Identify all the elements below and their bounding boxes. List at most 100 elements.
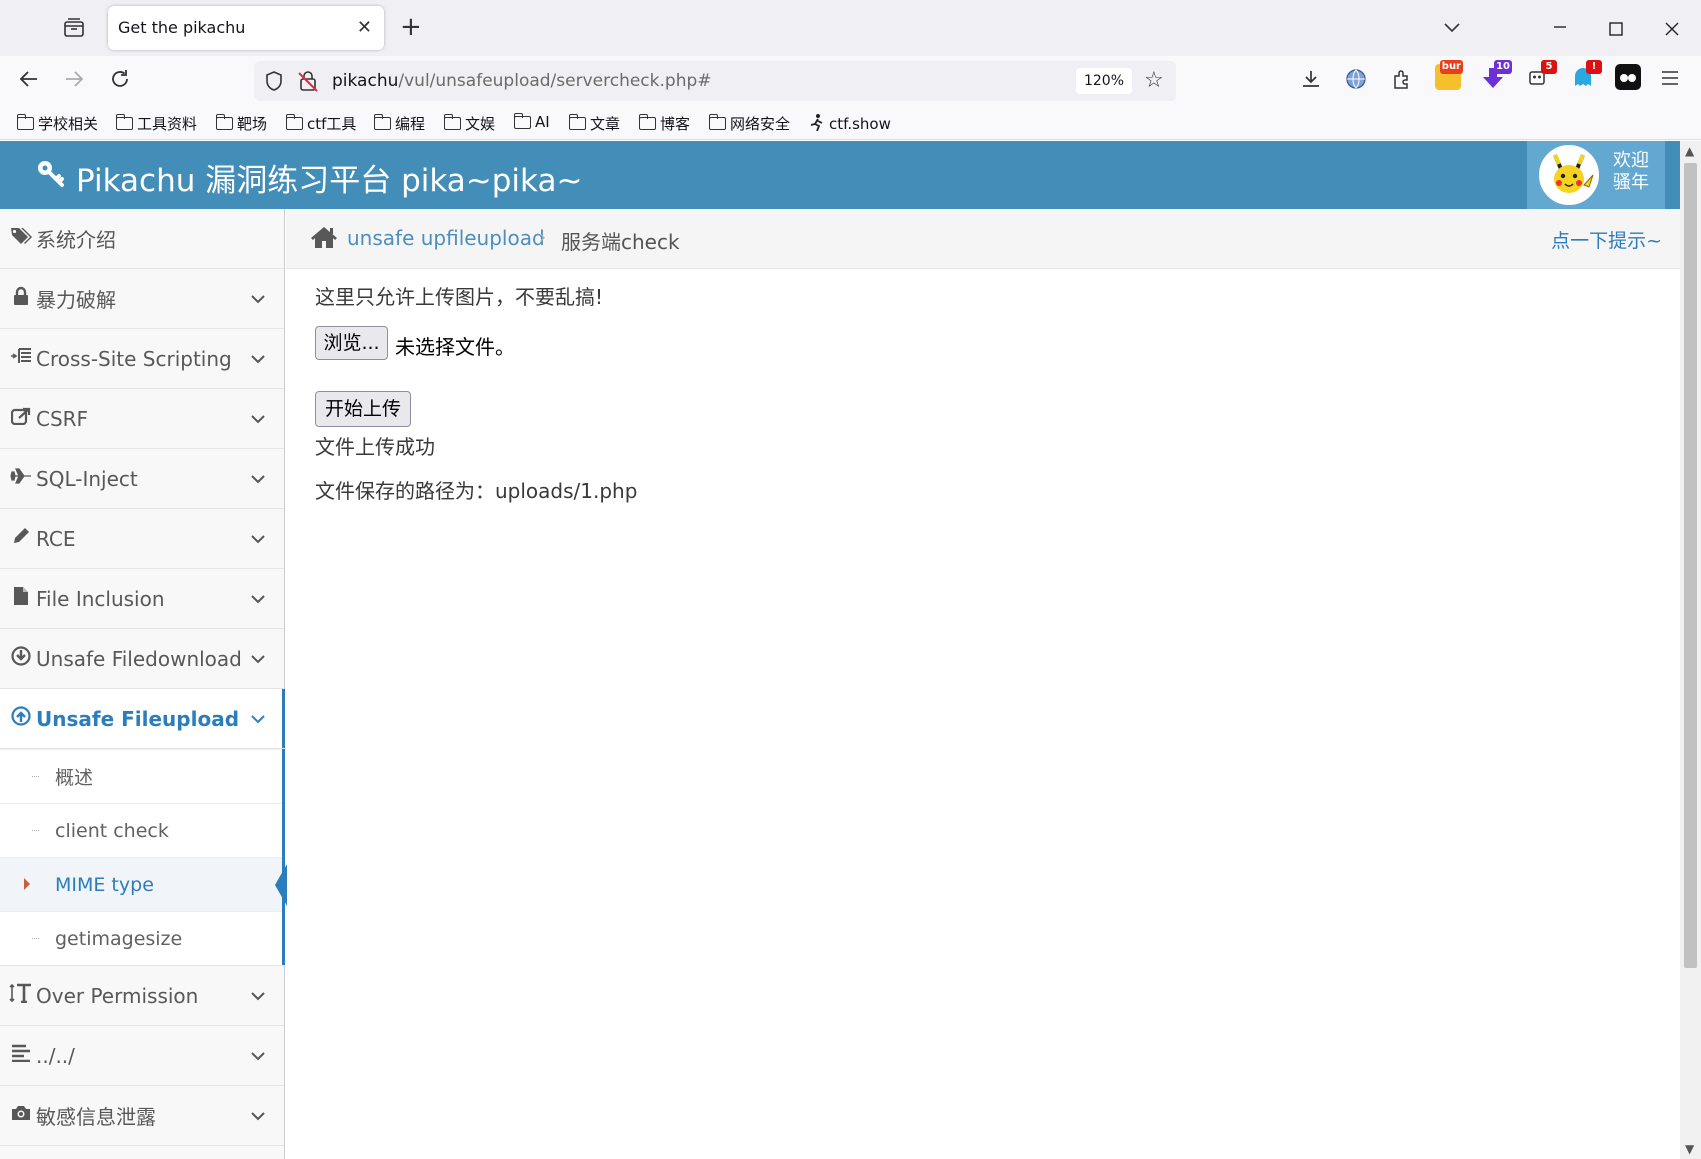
- site-title[interactable]: Pikachu 漏洞练习平台 pika~pika~: [36, 155, 582, 200]
- tab-strip: Get the pikachu ✕ +: [0, 0, 1701, 56]
- sidebar-item-info-leak[interactable]: 敏感信息泄露: [0, 1086, 284, 1146]
- sidebar-item-file-inclusion[interactable]: File Inclusion: [0, 569, 284, 629]
- bookmark-star-icon[interactable]: ☆: [1144, 68, 1164, 93]
- sidebar-item-label: SQL-Inject: [36, 466, 138, 491]
- robot-extension-icon[interactable]: 5: [1525, 60, 1557, 90]
- dark-mode-extension-icon[interactable]: [1615, 64, 1641, 90]
- bookmark-label: 靶场: [237, 115, 268, 133]
- align-left-icon: [8, 1044, 34, 1067]
- burp-extension-icon[interactable]: bur: [1435, 60, 1463, 90]
- reload-icon[interactable]: [109, 68, 131, 96]
- bookmark-folder[interactable]: 工具资料: [115, 113, 197, 134]
- tree-dot: [32, 830, 39, 831]
- sidebar-item-dir-traversal[interactable]: ../../: [0, 1026, 284, 1086]
- chevron-down-icon: [250, 409, 266, 428]
- folder-icon: [16, 114, 34, 130]
- back-icon[interactable]: [18, 68, 40, 96]
- browse-button[interactable]: 浏览...: [315, 326, 388, 360]
- shield-icon[interactable]: [264, 70, 284, 96]
- upload-button[interactable]: 开始上传: [315, 391, 411, 427]
- home-icon[interactable]: [310, 225, 338, 253]
- sidebar-item-intro[interactable]: 系统介绍: [0, 209, 284, 269]
- fileupload-submenu: 概述 client check MIME type getimagesize: [0, 749, 287, 966]
- sidebar-item-fileupload[interactable]: Unsafe Fileupload: [0, 689, 285, 749]
- bookmark-label: 文娱: [465, 115, 496, 133]
- minimize-icon[interactable]: [1552, 14, 1568, 38]
- chevron-down-icon: [250, 589, 266, 608]
- chevron-down-icon: [250, 709, 266, 728]
- zoom-level[interactable]: 120%: [1076, 68, 1132, 94]
- bookmark-folder[interactable]: 编程: [373, 113, 425, 134]
- bookmark-label: 博客: [660, 115, 691, 133]
- download-arrow-extension-icon[interactable]: 10: [1480, 60, 1512, 90]
- sidebar-item-label: RCE: [36, 526, 76, 551]
- bookmark-folder[interactable]: 博客: [638, 113, 691, 134]
- hint-link[interactable]: 点一下提示~: [1551, 226, 1662, 253]
- downloads-icon[interactable]: [1300, 68, 1322, 96]
- sidebar-item-label: Cross-Site Scripting: [36, 346, 232, 371]
- insecure-lock-icon[interactable]: [298, 70, 318, 96]
- caret-right-icon: [24, 878, 30, 890]
- chevron-down-icon[interactable]: [1443, 14, 1461, 38]
- menu-icon[interactable]: [1660, 68, 1680, 94]
- scroll-up-arrow-icon[interactable]: ▲: [1685, 144, 1694, 158]
- new-tab-icon[interactable]: +: [400, 12, 422, 42]
- submenu-label: client check: [55, 819, 169, 842]
- tab-overview-icon[interactable]: [62, 17, 86, 39]
- submenu-item-getimagesize[interactable]: getimagesize: [0, 911, 284, 965]
- sidebar-item-csrf[interactable]: CSRF: [0, 389, 284, 449]
- bookmark-label: ctf.show: [829, 115, 891, 133]
- submenu-item-mime-type[interactable]: MIME type: [0, 857, 287, 911]
- scrollbar-thumb[interactable]: [1684, 163, 1697, 968]
- address-bar[interactable]: pikachu/vul/unsafeupload/servercheck.php…: [254, 61, 1176, 101]
- bookmark-folder[interactable]: 网络安全: [708, 113, 791, 134]
- sidebar-item-rce[interactable]: RCE: [0, 509, 284, 569]
- breadcrumb-separator-icon: ›: [539, 227, 547, 248]
- bookmark-folder[interactable]: ctf工具: [285, 113, 357, 134]
- sidebar-item-label: File Inclusion: [36, 586, 165, 611]
- download-circle-icon: [8, 646, 34, 671]
- chevron-down-icon: [250, 1106, 266, 1125]
- maximize-icon[interactable]: [1608, 18, 1624, 42]
- bookmark-folder[interactable]: AI: [513, 112, 550, 131]
- sidebar-item-over-permission[interactable]: Over Permission: [0, 966, 284, 1026]
- bookmark-link[interactable]: ctf.show: [809, 113, 891, 135]
- list-indent-icon: [8, 347, 34, 370]
- sidebar-item-sqli[interactable]: SQL-Inject: [0, 449, 284, 509]
- bookmarks-bar: 学校相关 工具资料 靶场 ctf工具 编程 文娱 AI 文章 博客 网络安全 c…: [0, 104, 1701, 140]
- globe-extension-icon[interactable]: [1345, 68, 1367, 96]
- upload-notice: 这里只允许上传图片，不要乱搞!: [315, 285, 604, 309]
- bookmark-folder[interactable]: 靶场: [215, 113, 268, 134]
- plane-icon: [8, 468, 34, 489]
- submenu-item-overview[interactable]: 概述: [0, 749, 284, 803]
- browser-tab[interactable]: Get the pikachu ✕: [108, 6, 384, 50]
- sidebar-item-xss[interactable]: Cross-Site Scripting: [0, 329, 284, 389]
- folder-icon: [215, 114, 233, 130]
- user-menu[interactable]: 欢迎骚年: [1527, 141, 1665, 209]
- close-tab-icon[interactable]: ✕: [357, 17, 372, 38]
- bookmark-folder[interactable]: 文娱: [443, 113, 496, 134]
- bookmark-label: ctf工具: [307, 115, 357, 133]
- lock-icon: [8, 286, 34, 311]
- sidebar-item-bruteforce[interactable]: 暴力破解: [0, 269, 284, 329]
- file-status: 未选择文件。: [395, 335, 515, 359]
- ghost-extension-icon[interactable]: !: [1570, 60, 1602, 90]
- extensions-icon[interactable]: [1390, 68, 1412, 96]
- tab-title: Get the pikachu: [118, 18, 246, 37]
- close-window-icon[interactable]: [1664, 18, 1680, 42]
- breadcrumb-link[interactable]: unsafe upfileupload: [347, 226, 545, 250]
- site-title-text: Pikachu 漏洞练习平台 pika~pika~: [76, 163, 583, 199]
- sidebar-item-filedownload[interactable]: Unsafe Filedownload: [0, 629, 284, 689]
- bookmark-folder[interactable]: 文章: [568, 113, 620, 134]
- chevron-down-icon: [250, 469, 266, 488]
- pencil-icon: [8, 526, 34, 551]
- bookmark-folder[interactable]: 学校相关: [16, 113, 98, 134]
- submenu-item-client-check[interactable]: client check: [0, 803, 284, 857]
- vertical-scrollbar[interactable]: ▲ ▼: [1680, 141, 1701, 1159]
- url-host: pikachu: [332, 71, 399, 91]
- upload-success-message: 文件上传成功: [315, 435, 435, 459]
- forward-icon[interactable]: [63, 68, 85, 96]
- bookmark-label: 网络安全: [730, 115, 791, 133]
- url-text[interactable]: pikachu/vul/unsafeupload/servercheck.php…: [332, 71, 712, 91]
- scroll-down-arrow-icon[interactable]: ▼: [1685, 1142, 1694, 1156]
